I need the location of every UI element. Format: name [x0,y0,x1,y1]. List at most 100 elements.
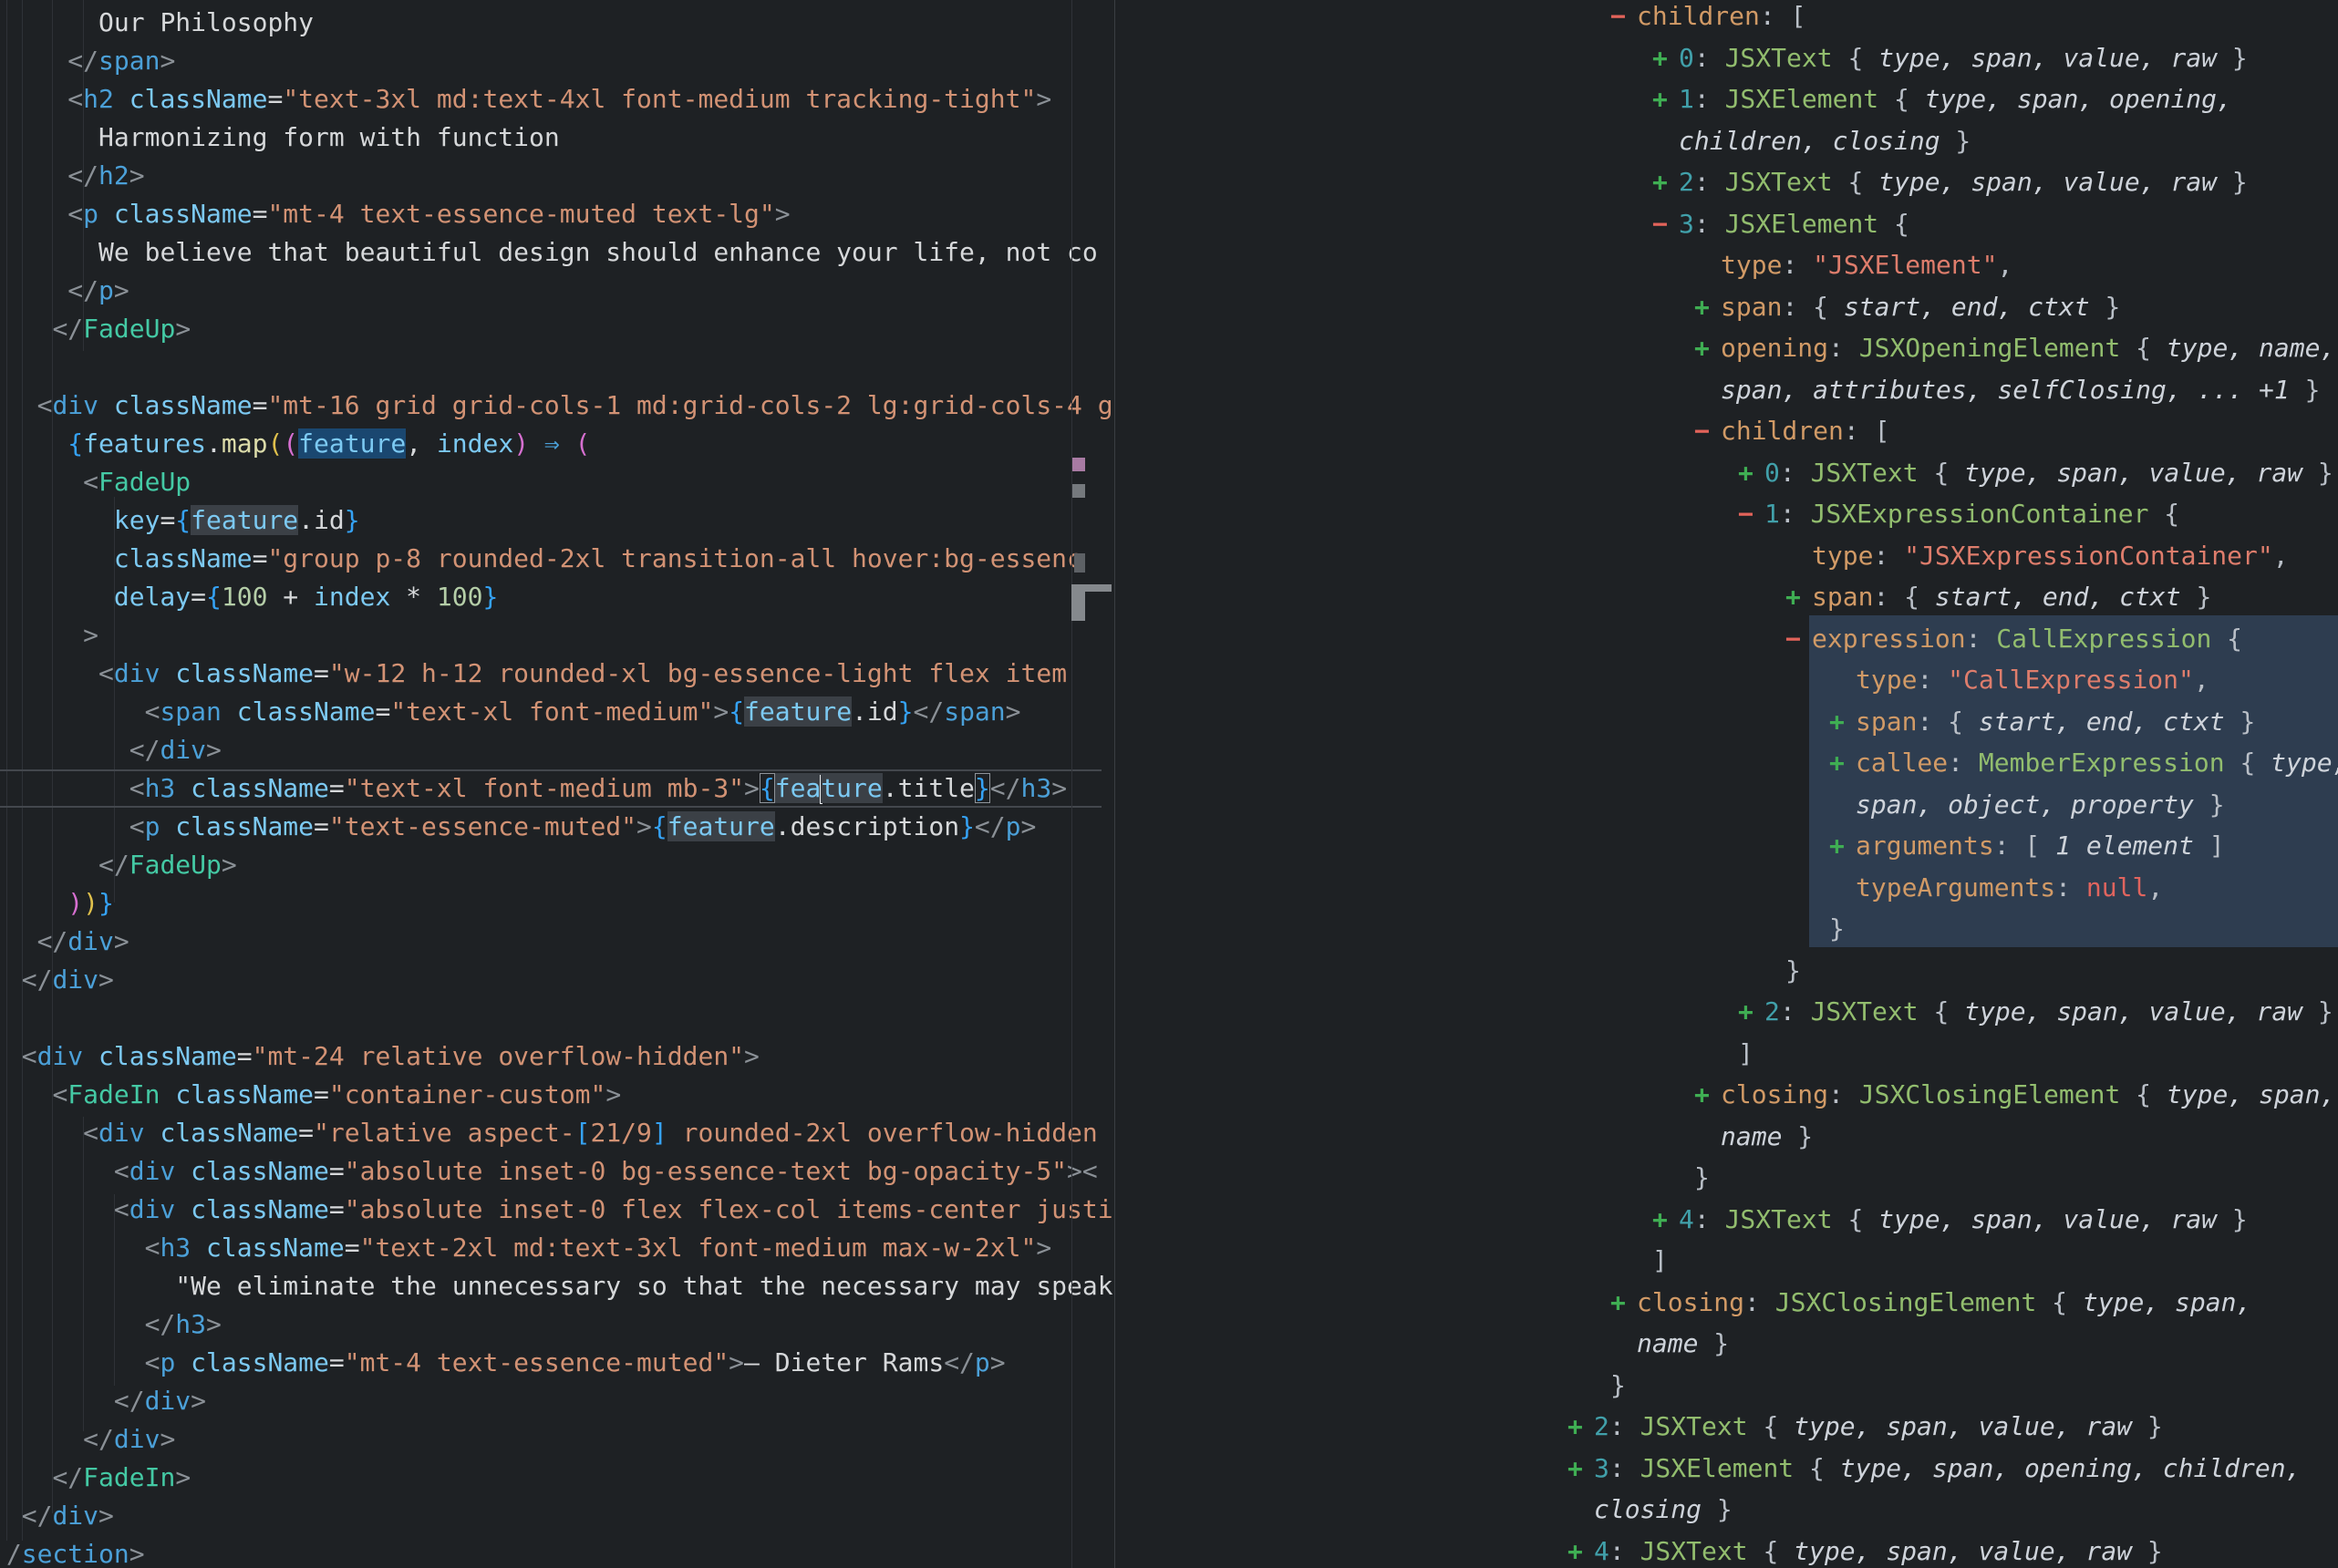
ast-expand-toggle[interactable]: + [1829,742,1845,784]
ast-collapse-toggle[interactable]: − [1738,493,1754,535]
code-line[interactable]: <h3 className="text-xl font-medium mb-3"… [0,769,1114,808]
ast-expand-toggle[interactable]: + [1829,701,1845,743]
code-lines-container[interactable]: Our Philosophy </span> <h2 className="te… [0,4,1114,1568]
code-line[interactable] [0,999,1114,1037]
code-line[interactable]: <h3 className="text-2xl md:text-3xl font… [0,1229,1114,1267]
ast-expand-toggle[interactable]: + [1652,78,1668,120]
code-line[interactable]: <div className="absolute inset-0 bg-esse… [0,1152,1114,1191]
ast-line[interactable]: −children: [ [1115,410,2338,452]
ast-line[interactable]: +0: JSXText { type, span, value, raw } [1115,452,2338,494]
code-line[interactable]: <div className="mt-16 grid grid-cols-1 m… [0,387,1114,425]
code-line[interactable]: </div> [0,1497,1114,1535]
ast-expand-toggle[interactable]: + [1567,1406,1583,1448]
code-line[interactable]: </div> [0,923,1114,961]
code-line[interactable]: delay={100 + index * 100} [0,578,1114,616]
code-line[interactable]: ))} [0,884,1114,923]
ast-expand-toggle[interactable]: + [1829,825,1845,867]
code-line[interactable]: </FadeUp> [0,310,1114,348]
ast-line[interactable]: } [1115,950,2338,992]
code-line[interactable]: <FadeUp [0,463,1114,501]
code-line[interactable]: key={feature.id} [0,501,1114,540]
code-line[interactable]: <div className="w-12 h-12 rounded-xl bg-… [0,655,1114,693]
ast-line[interactable]: +closing: JSXClosingElement { type, span… [1115,1074,2338,1116]
ast-expand-toggle[interactable]: + [1567,1531,1583,1568]
ast-line[interactable]: −3: JSXElement { [1115,203,2338,245]
code-line[interactable]: We believe that beautiful design should … [0,233,1114,272]
ast-expand-toggle[interactable]: + [1652,1199,1668,1241]
code-line[interactable]: <div className="mt-24 relative overflow-… [0,1037,1114,1076]
ast-line[interactable]: name } [1115,1116,2338,1158]
ast-expand-toggle[interactable]: + [1694,1074,1710,1116]
code-line[interactable]: <div className="absolute inset-0 flex fl… [0,1191,1114,1229]
code-line[interactable]: </div> [0,731,1114,769]
code-line[interactable]: <FadeIn className="container-custom"> [0,1076,1114,1114]
ast-explorer-panel[interactable]: −children: [+0: JSXText { type, span, va… [1114,0,2338,1568]
ast-line[interactable]: +2: JSXText { type, span, value, raw } [1115,161,2338,203]
code-line[interactable]: /section> [0,1535,1114,1568]
code-line[interactable]: <div className="relative aspect-[21/9] r… [0,1114,1114,1152]
ast-line[interactable]: +callee: MemberExpression { type, [1115,742,2338,784]
ast-expand-toggle[interactable]: + [1694,286,1710,328]
ast-expand-toggle[interactable]: + [1567,1448,1583,1490]
code-line[interactable] [0,348,1114,387]
code-line[interactable]: <p className="text-essence-muted">{featu… [0,808,1114,846]
ast-line[interactable]: −children: [ [1115,0,2338,37]
ast-line[interactable]: name } [1115,1323,2338,1365]
ast-line[interactable]: +closing: JSXClosingElement { type, span… [1115,1282,2338,1324]
code-line[interactable]: </div> [0,1420,1114,1459]
code-line[interactable]: </FadeUp> [0,846,1114,884]
ast-collapse-toggle[interactable]: − [1785,618,1801,660]
ast-line[interactable]: +0: JSXText { type, span, value, raw } [1115,37,2338,79]
ast-collapse-toggle[interactable]: − [1694,410,1710,452]
ast-line[interactable]: span, attributes, selfClosing, ... +1 } [1115,369,2338,411]
ast-line[interactable]: +2: JSXText { type, span, value, raw } [1115,1406,2338,1448]
code-line[interactable]: </div> [0,961,1114,999]
ast-expand-toggle[interactable]: + [1610,1282,1626,1324]
ast-line[interactable]: } [1115,908,2338,950]
ast-line[interactable]: type: "JSXElement", [1115,244,2338,286]
ast-line[interactable]: +4: JSXText { type, span, value, raw } [1115,1199,2338,1241]
code-line[interactable]: </FadeIn> [0,1459,1114,1497]
ast-line[interactable]: ] [1115,1033,2338,1075]
ast-line[interactable]: typeArguments: null, [1115,867,2338,909]
code-line[interactable]: <h2 className="text-3xl md:text-4xl font… [0,80,1114,119]
ast-line[interactable]: } [1115,1365,2338,1407]
code-line[interactable]: </h3> [0,1305,1114,1344]
ast-expand-toggle[interactable]: + [1694,327,1710,369]
ast-line[interactable]: children, closing } [1115,120,2338,162]
ast-expand-toggle[interactable]: + [1652,161,1668,203]
ast-line[interactable]: +span: { start, end, ctxt } [1115,286,2338,328]
ast-expand-toggle[interactable]: + [1652,37,1668,79]
ast-line[interactable]: +opening: JSXOpeningElement { type, name… [1115,327,2338,369]
code-line[interactable]: <p className="mt-4 text-essence-muted te… [0,195,1114,233]
ast-expand-toggle[interactable]: + [1738,452,1754,494]
ast-line[interactable]: +3: JSXElement { type, span, opening, ch… [1115,1448,2338,1490]
ast-line[interactable]: type: "CallExpression", [1115,659,2338,701]
code-line[interactable]: <p className="mt-4 text-essence-muted">—… [0,1344,1114,1382]
ast-collapse-toggle[interactable]: − [1652,203,1668,245]
code-line[interactable]: <span className="text-xl font-medium">{f… [0,693,1114,731]
ast-line[interactable]: type: "JSXExpressionContainer", [1115,535,2338,577]
code-editor-panel[interactable]: Our Philosophy </span> <h2 className="te… [0,0,1114,1568]
ast-line[interactable]: +1: JSXElement { type, span, opening, [1115,78,2338,120]
ast-expand-toggle[interactable]: + [1785,576,1801,618]
ast-line[interactable]: closing } [1115,1489,2338,1531]
code-line[interactable]: className="group p-8 rounded-2xl transit… [0,540,1114,578]
ast-line[interactable]: +span: { start, end, ctxt } [1115,576,2338,618]
code-line[interactable]: Harmonizing form with function [0,119,1114,157]
ast-line[interactable]: −1: JSXExpressionContainer { [1115,493,2338,535]
ast-expand-toggle[interactable]: + [1738,991,1754,1033]
ast-line[interactable]: −expression: CallExpression { [1115,618,2338,660]
code-line[interactable]: </p> [0,272,1114,310]
code-line[interactable]: Our Philosophy [0,4,1114,42]
ast-collapse-toggle[interactable]: − [1610,0,1626,37]
code-line[interactable]: </div> [0,1382,1114,1420]
code-line[interactable]: </h2> [0,157,1114,195]
code-line[interactable]: > [0,616,1114,655]
code-line[interactable]: "We eliminate the unnecessary so that th… [0,1267,1114,1305]
code-line[interactable]: {features.map((feature, index) ⇒ ( [0,425,1114,463]
ast-line[interactable]: +arguments: [ 1 element ] [1115,825,2338,867]
ast-line[interactable]: +span: { start, end, ctxt } [1115,701,2338,743]
ast-line[interactable]: +4: JSXText { type, span, value, raw } [1115,1531,2338,1568]
ast-line[interactable]: span, object, property } [1115,784,2338,826]
